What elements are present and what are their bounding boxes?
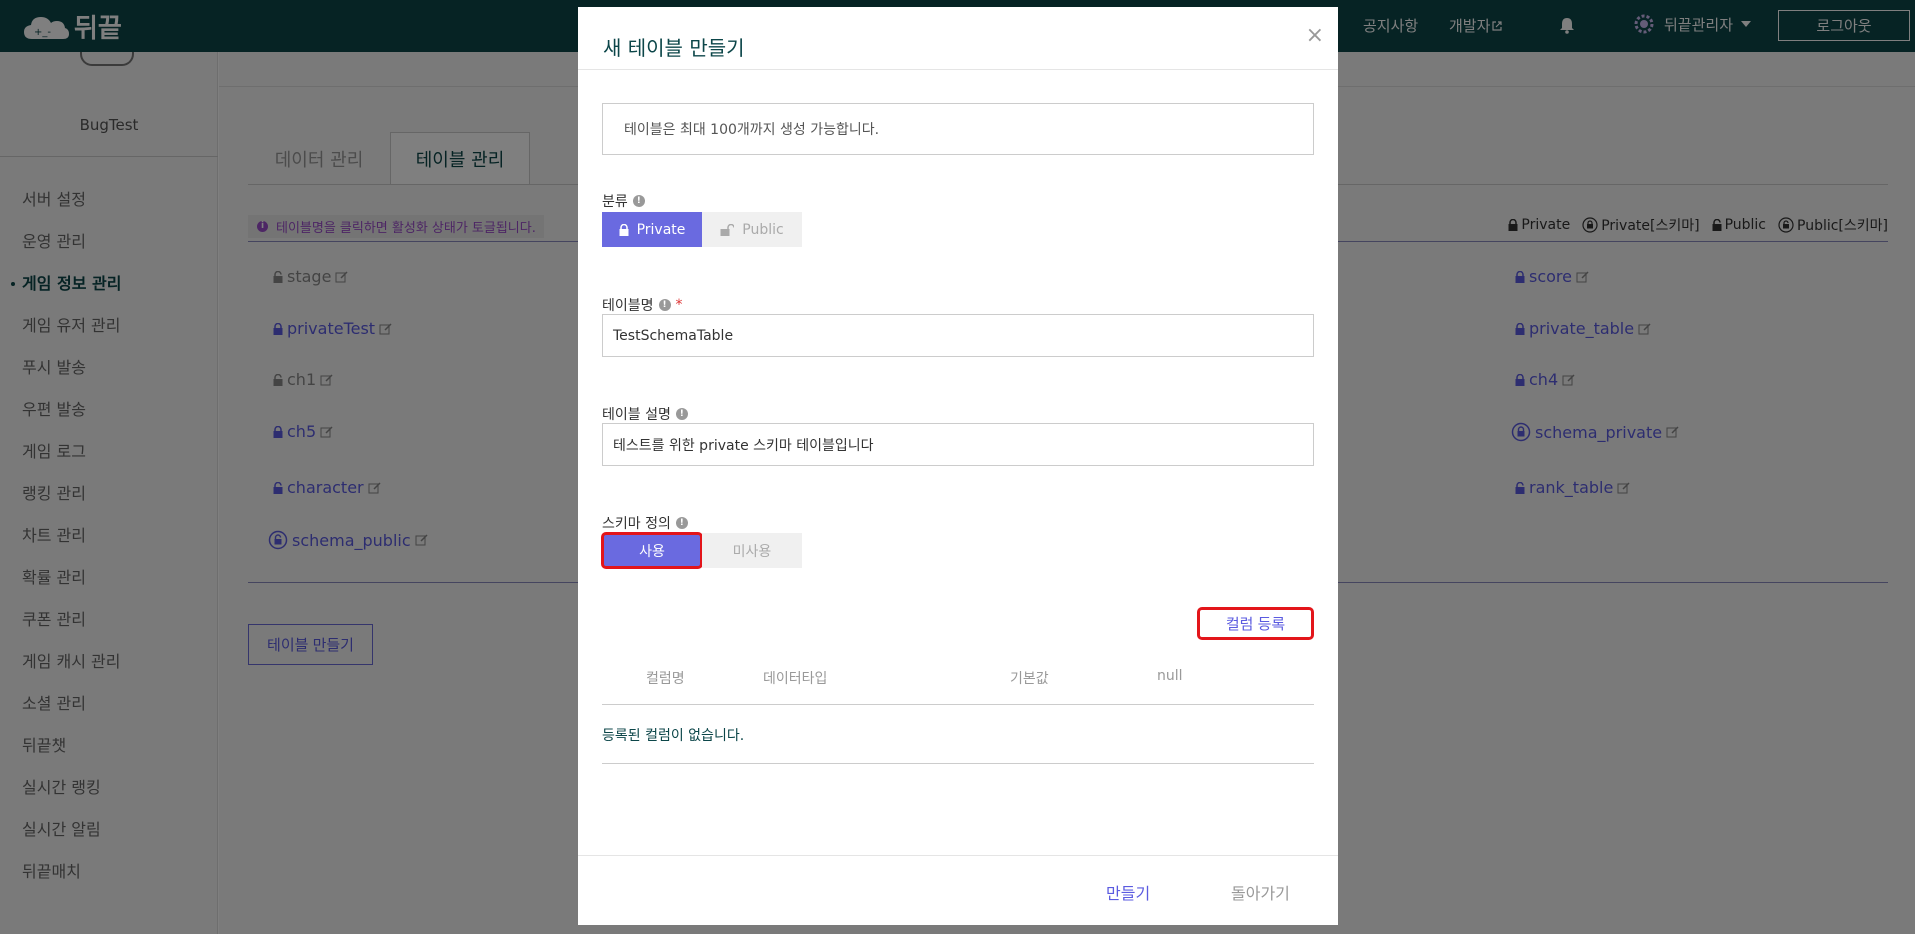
category-public-button[interactable]: Public (702, 212, 802, 247)
column-header-name: 컬럼명 (646, 671, 685, 687)
create-table-modal: 새 테이블 만들기 × 테이블은 최대 100개까지 생성 가능합니다. 분류 … (578, 7, 1338, 925)
table-desc-label: 테이블 설명 ! (602, 404, 688, 424)
empty-columns-message: 등록된 컬럼이 없습니다. (602, 728, 745, 744)
close-icon[interactable]: × (1306, 23, 1324, 48)
table-name-label-text: 테이블명 (602, 298, 654, 314)
table-name-label: 테이블명 ! * (602, 295, 683, 315)
help-icon[interactable]: ! (632, 195, 645, 207)
column-header-default: 기본값 (1010, 671, 1049, 687)
column-header-divider (602, 704, 1314, 705)
category-label: 분류 ! (602, 191, 645, 211)
modal-footer-divider (578, 855, 1338, 856)
column-list-divider (602, 763, 1314, 764)
schema-label-text: 스키마 정의 (602, 516, 671, 532)
schema-label: 스키마 정의 ! (602, 513, 688, 533)
table-name-input[interactable]: TestSchemaTable (602, 314, 1314, 357)
modal-header-divider (578, 69, 1338, 70)
help-icon[interactable]: ! (675, 408, 688, 420)
modal-title: 새 테이블 만들기 (603, 36, 745, 60)
table-desc-label-text: 테이블 설명 (602, 407, 671, 423)
category-public-label: Public (742, 221, 784, 238)
lock-icon (619, 223, 629, 236)
category-label-text: 분류 (602, 194, 628, 210)
category-toggle: Private Public (602, 212, 802, 247)
table-limit-notice: 테이블은 최대 100개까지 생성 가능합니다. (602, 103, 1314, 155)
column-header-type: 데이터타입 (763, 671, 828, 687)
make-button[interactable]: 만들기 (1106, 880, 1150, 904)
help-icon[interactable]: ! (658, 299, 671, 311)
column-header-null: null (1157, 668, 1183, 684)
table-desc-input[interactable]: 테스트를 위한 private 스키마 테이블입니다 (602, 423, 1314, 466)
schema-unuse-button[interactable]: 미사용 (702, 533, 802, 568)
help-icon[interactable]: ! (675, 517, 688, 529)
category-private-label: Private (636, 221, 686, 238)
unlock-icon (720, 223, 735, 236)
back-button[interactable]: 돌아가기 (1231, 880, 1290, 904)
column-register-button[interactable]: 컬럼 등록 (1197, 607, 1314, 640)
required-mark: * (675, 297, 683, 313)
schema-toggle: 사용 미사용 (601, 532, 802, 569)
category-private-button[interactable]: Private (602, 212, 702, 247)
schema-use-button[interactable]: 사용 (601, 532, 703, 569)
